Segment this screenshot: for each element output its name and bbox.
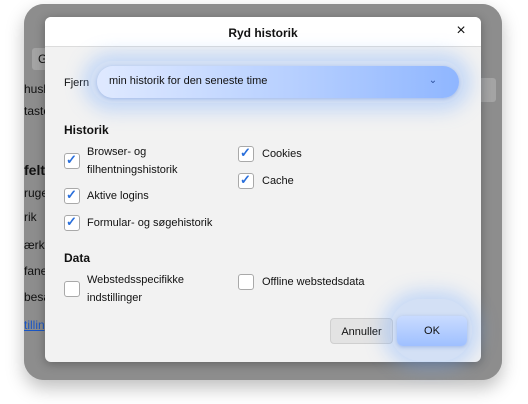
checkbox-label: Browser- og filhentningshistorik — [87, 146, 178, 176]
checkbox-active-logins[interactable]: ✓ — [64, 187, 80, 204]
checkbox-cookies[interactable]: ✓ — [238, 145, 254, 162]
checkbox-label: Formular- og søgehistorik — [87, 217, 213, 229]
checkbox-cache[interactable]: ✓ — [238, 172, 254, 189]
time-range-select[interactable]: min historik for den seneste time ⌄ — [97, 66, 459, 98]
checkbox-label: Cache — [262, 175, 294, 187]
background-text: fane — [24, 264, 48, 278]
background-text: ærk — [24, 238, 45, 252]
history-heading: Historik — [64, 123, 109, 137]
close-icon[interactable]: × — [453, 23, 469, 39]
dialog-titlebar: Ryd historik × — [45, 17, 481, 47]
checkbox-offline-data[interactable] — [238, 274, 254, 290]
checkmark-icon: ✓ — [66, 152, 77, 167]
checkmark-icon: ✓ — [66, 214, 77, 229]
checkbox-label: Offline webstedsdata — [262, 276, 365, 288]
clear-history-dialog: Ryd historik × Fjern min historik for de… — [45, 17, 481, 362]
checkmark-icon: ✓ — [240, 172, 251, 187]
checkbox-label: Aktive logins — [87, 190, 149, 202]
background-heading: felt — [24, 162, 45, 178]
checkmark-icon: ✓ — [240, 145, 251, 160]
dialog-title: Ryd historik — [228, 26, 298, 40]
remove-label: Fjern — [64, 77, 90, 89]
checkbox-form-search-history[interactable]: ✓ — [64, 214, 80, 231]
ok-button[interactable]: OK — [397, 316, 467, 346]
checkbox-site-settings[interactable] — [64, 281, 80, 297]
data-heading: Data — [64, 251, 91, 265]
checkbox-label: Cookies — [262, 148, 302, 160]
checkbox-browsing-history[interactable]: ✓ — [64, 152, 80, 169]
background-text: rik — [24, 210, 37, 224]
chevron-down-icon: ⌄ — [428, 75, 438, 86]
cancel-button[interactable]: Annuller — [330, 318, 393, 344]
time-range-value: min historik for den seneste time — [109, 75, 268, 87]
checkbox-label: Webstedsspecifikke indstillinger — [87, 274, 185, 304]
checkmark-icon: ✓ — [66, 187, 77, 202]
